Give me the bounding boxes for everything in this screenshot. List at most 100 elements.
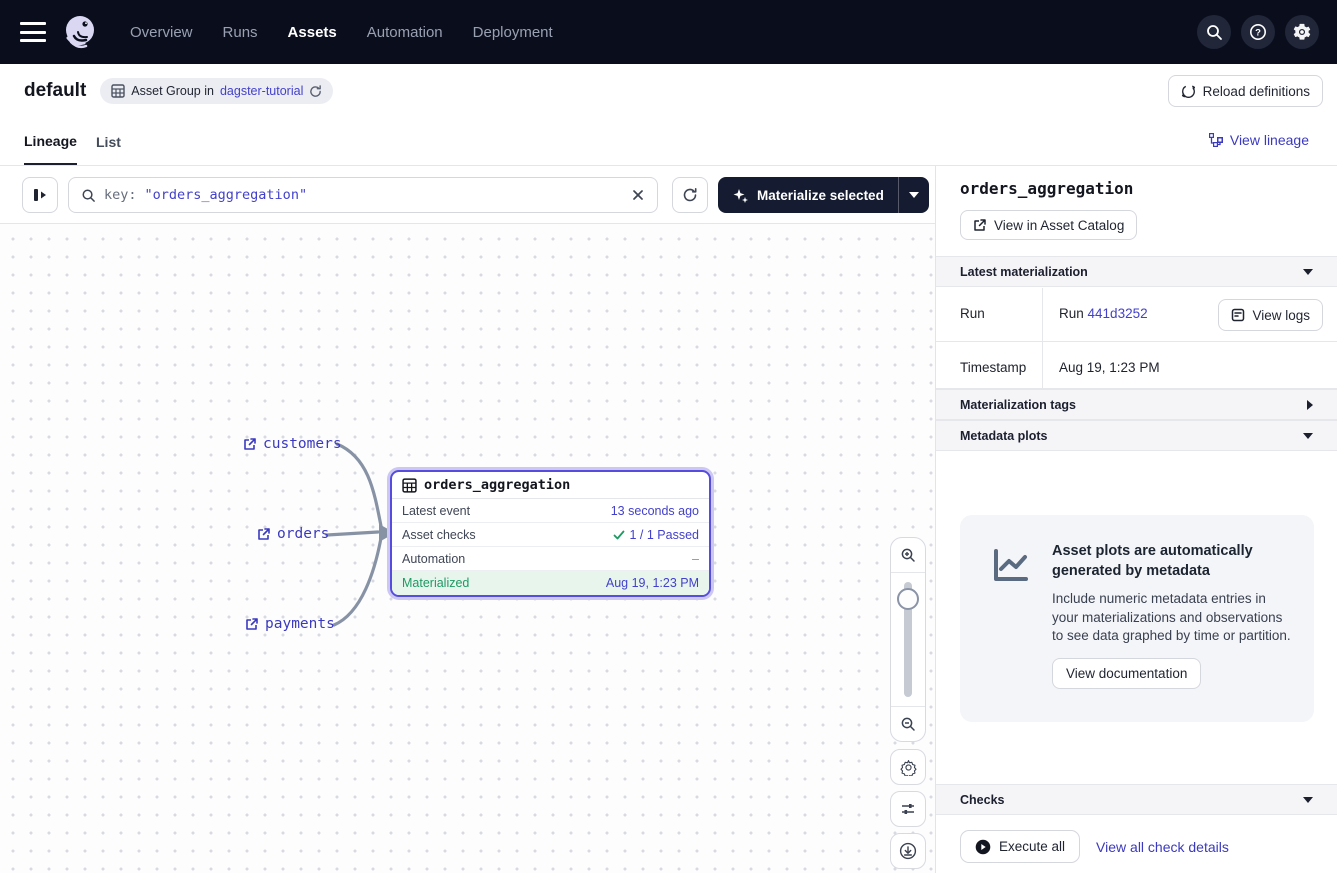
materialize-label: Materialize selected — [757, 188, 884, 203]
materialize-selected-button[interactable]: Materialize selected — [718, 187, 898, 204]
external-link-icon — [257, 527, 271, 541]
asset-node-row-latest-event: Latest event 13 seconds ago — [392, 499, 709, 523]
run-id-link[interactable]: 441d3252 — [1088, 306, 1148, 321]
upstream-asset-customers[interactable]: customers — [243, 436, 342, 452]
row-label: Asset checks — [402, 528, 476, 542]
lineage-region: key: "orders_aggregation" Materialize se… — [0, 166, 935, 873]
zoom-slider-group — [890, 537, 926, 742]
graph-filters-button[interactable] — [890, 791, 926, 827]
gear-icon — [900, 759, 917, 776]
asset-node-title: orders_aggregation — [424, 477, 570, 493]
checks-actions: Execute all View all check details — [960, 830, 1229, 863]
zoom-out-icon — [900, 716, 916, 732]
external-link-icon — [243, 437, 257, 451]
view-logs-button[interactable]: View logs — [1218, 299, 1323, 331]
zoom-slider[interactable] — [891, 573, 925, 706]
view-logs-label: View logs — [1252, 308, 1310, 323]
chevron-down-icon — [1303, 797, 1313, 803]
nav-links: Overview Runs Assets Automation Deployme… — [130, 24, 553, 41]
zoom-in-button[interactable] — [891, 538, 925, 573]
search-icon[interactable] — [1197, 15, 1231, 49]
search-query-prefix: key: — [104, 187, 137, 203]
reload-definitions-label: Reload definitions — [1203, 84, 1310, 99]
section-metadata-plots[interactable]: Metadata plots — [936, 420, 1337, 451]
nav-icon-buttons: ? — [1197, 15, 1319, 49]
badge-prefix: Asset Group in — [131, 84, 214, 98]
view-documentation-button[interactable]: View documentation — [1052, 658, 1201, 689]
grid-icon — [111, 84, 125, 98]
asset-node-row-materialized: Materialized Aug 19, 1:23 PM — [392, 571, 709, 595]
row-value: 1 / 1 Passed — [630, 528, 700, 542]
asset-search-input[interactable]: key: "orders_aggregation" — [68, 177, 658, 213]
nav-item-overview[interactable]: Overview — [130, 24, 193, 41]
upstream-asset-label: orders — [277, 526, 329, 542]
tab-lineage[interactable]: Lineage — [24, 118, 77, 165]
upstream-asset-orders[interactable]: orders — [257, 526, 329, 542]
timestamp-row: Timestamp Aug 19, 1:23 PM — [936, 342, 1337, 389]
view-lineage-link[interactable]: View lineage — [1208, 132, 1309, 148]
row-label: Latest event — [402, 504, 470, 518]
dagster-logo-icon[interactable] — [60, 12, 100, 52]
section-label: Latest materialization — [960, 265, 1088, 279]
execute-all-button[interactable]: Execute all — [960, 830, 1080, 863]
section-latest-materialization[interactable]: Latest materialization — [936, 256, 1337, 287]
asset-plots-text: Asset plots are automatically generated … — [1052, 541, 1292, 722]
play-circle-icon — [975, 839, 991, 855]
row-value: Aug 19, 1:23 PM — [606, 576, 699, 590]
sparkle-icon — [732, 187, 749, 204]
chevron-down-icon — [909, 192, 919, 198]
upstream-asset-payments[interactable]: payments — [245, 616, 335, 632]
asset-detail-panel: orders_aggregation View in Asset Catalog… — [935, 166, 1337, 873]
nav-item-deployment[interactable]: Deployment — [473, 24, 553, 41]
row-label: Materialized — [402, 576, 469, 590]
materialize-dropdown-button[interactable] — [899, 177, 929, 213]
row-label: Automation — [402, 552, 465, 566]
table-icon — [402, 478, 417, 493]
asset-node-row-automation: Automation – — [392, 547, 709, 571]
graph-settings-button[interactable] — [890, 749, 926, 785]
check-icon — [613, 529, 625, 541]
zoom-out-button[interactable] — [891, 706, 925, 741]
asset-node-row-asset-checks: Asset checks 1 / 1 Passed — [392, 523, 709, 547]
menu-icon[interactable] — [20, 22, 46, 42]
row-value: 13 seconds ago — [611, 504, 699, 518]
section-checks[interactable]: Checks — [936, 784, 1337, 815]
help-icon[interactable]: ? — [1241, 15, 1275, 49]
view-in-asset-catalog-button[interactable]: View in Asset Catalog — [960, 210, 1137, 240]
lineage-graph-icon — [1208, 132, 1224, 148]
page-title: default — [24, 80, 86, 102]
panel-toggle-icon — [32, 187, 48, 203]
graph-toolbar: key: "orders_aggregation" Materialize se… — [0, 166, 935, 224]
refresh-icon[interactable] — [309, 85, 322, 98]
section-materialization-tags[interactable]: Materialization tags — [936, 389, 1337, 420]
page-header: default Asset Group in dagster-tutorial … — [0, 64, 1337, 118]
search-query-value: "orders_aggregation" — [145, 187, 308, 203]
run-prefix: Run — [1059, 306, 1084, 321]
asset-plots-title: Asset plots are automatically generated … — [1052, 541, 1292, 581]
tab-list[interactable]: List — [96, 118, 121, 165]
gear-icon[interactable] — [1285, 15, 1319, 49]
nav-item-automation[interactable]: Automation — [367, 24, 443, 41]
timestamp-value: Aug 19, 1:23 PM — [1043, 342, 1337, 388]
asset-node-header: orders_aggregation — [392, 472, 709, 499]
lineage-graph-canvas[interactable]: customers orders payments orders_aggrega… — [0, 224, 935, 873]
chevron-down-icon — [1303, 433, 1313, 439]
clear-search-icon[interactable] — [631, 188, 645, 202]
reload-definitions-button[interactable]: Reload definitions — [1168, 75, 1323, 107]
asset-group-badge: Asset Group in dagster-tutorial — [100, 78, 333, 104]
materialize-split-button: Materialize selected — [718, 177, 929, 213]
recenter-view-button[interactable] — [890, 833, 926, 869]
nav-item-runs[interactable]: Runs — [223, 24, 258, 41]
asset-node-orders-aggregation[interactable]: orders_aggregation Latest event 13 secon… — [390, 470, 711, 597]
view-all-check-details-link[interactable]: View all check details — [1096, 839, 1229, 855]
run-row-label: Run — [936, 288, 1043, 341]
refresh-graph-button[interactable] — [672, 177, 708, 213]
repo-link[interactable]: dagster-tutorial — [220, 84, 303, 98]
zoom-in-icon — [900, 547, 916, 563]
zoom-slider-handle[interactable] — [897, 588, 919, 610]
nav-item-assets[interactable]: Assets — [288, 24, 337, 41]
line-chart-icon — [990, 541, 1032, 722]
chevron-right-icon — [1307, 400, 1313, 410]
external-link-icon — [973, 218, 987, 232]
expand-sidebar-button[interactable] — [22, 177, 58, 213]
